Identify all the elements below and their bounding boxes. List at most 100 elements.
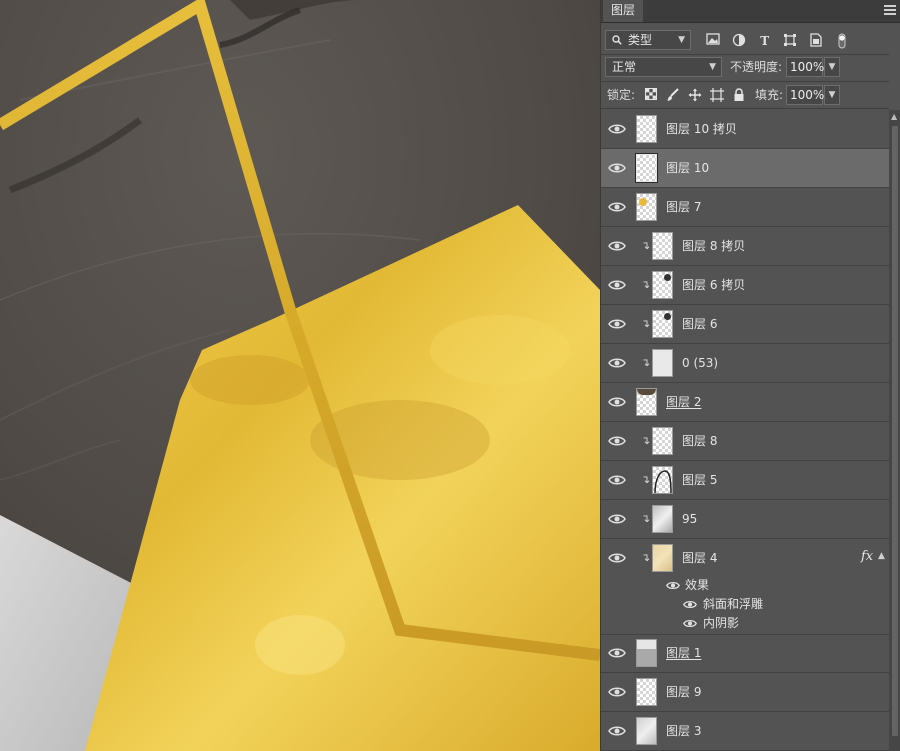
effect-row-inner-shadow[interactable]: 内阴影 [601,614,889,635]
layer-thumbnail [636,717,657,745]
layer-name: 图层 8 拷贝 [682,239,746,253]
layer-name: 图层 10 拷贝 [666,122,737,136]
lock-pixels-icon[interactable] [665,88,681,104]
eye-icon[interactable] [608,239,626,253]
eye-icon[interactable] [608,551,626,565]
layer-row[interactable]: 图层 10 [601,149,889,188]
search-icon [612,35,622,45]
effects-header-row[interactable]: 效果 [601,576,889,595]
layer-name: 图层 8 [682,434,718,448]
layer-thumbnail [636,115,657,143]
lock-artboard-icon[interactable] [709,88,725,104]
eye-icon[interactable] [608,685,626,699]
effect-label: 斜面和浮雕 [703,597,764,611]
opacity-input[interactable]: 100% [786,57,824,77]
layer-name: 图层 10 [666,161,710,175]
eye-icon[interactable] [608,646,626,660]
eye-icon[interactable] [608,724,626,738]
adjustment-filter-icon[interactable] [731,33,747,49]
layer-row[interactable]: ↴ 图层 6 拷贝 [601,266,889,305]
lock-position-icon[interactable] [687,88,703,104]
eye-icon[interactable] [683,618,697,629]
document-canvas[interactable] [0,0,600,751]
layer-name: 图层 9 [666,685,702,699]
shape-filter-icon[interactable] [782,33,798,49]
opacity-label: 不透明度: [730,60,783,74]
eye-icon[interactable] [608,278,626,292]
layer-row[interactable]: 图层 7 [601,188,889,227]
eye-icon[interactable] [608,434,626,448]
scrollbar-thumb[interactable] [892,126,898,736]
chevron-down-icon: ▼ [709,62,716,72]
eye-icon[interactable] [608,122,626,136]
effects-header-label: 效果 [685,578,710,592]
layer-row[interactable]: 图层 3 [601,712,889,751]
eye-icon[interactable] [608,356,626,370]
blend-row: 正常 ▼ 不透明度: 100% ▼ [601,57,900,79]
eye-icon[interactable] [608,512,626,526]
scroll-up-icon[interactable]: ▲ [891,112,897,121]
layer-row[interactable]: 图层 10 拷贝 [601,110,889,149]
clipping-mask-icon: ↴ [641,551,651,564]
layer-name: 图层 6 [682,317,718,331]
layer-row[interactable]: ↴ 0 (53) [601,344,889,383]
layer-row[interactable]: 图层 9 [601,673,889,712]
opacity-slider-toggle-icon[interactable]: ▼ [824,57,840,77]
eye-icon[interactable] [608,395,626,409]
layer-thumbnail [652,466,673,494]
lock-label: 锁定: [607,88,636,102]
layer-row[interactable]: ↴ 图层 6 [601,305,889,344]
type-filter-icon[interactable]: T [757,33,773,49]
panel-tab-strip: 图层 [601,0,900,23]
layer-thumbnail [652,505,673,533]
layer-name: 图层 6 拷贝 [682,278,746,292]
eye-icon[interactable] [608,473,626,487]
fill-input[interactable]: 100% [786,85,824,105]
clipping-mask-icon: ↴ [641,356,651,369]
layer-row[interactable]: ↴ 图层 8 [601,422,889,461]
layers-panel: 图层 类型 ▼ T 正常 ▼ 不透明度: 100% ▼ 锁定: 填充: 100%… [600,0,900,751]
filter-toggle-icon[interactable] [834,33,850,49]
fill-slider-toggle-icon[interactable]: ▼ [824,85,840,105]
clipping-mask-icon: ↴ [641,239,651,252]
eye-icon[interactable] [608,161,626,175]
layer-thumbnail [652,349,673,377]
layer-thumbnail [652,544,673,572]
eye-icon[interactable] [666,580,680,591]
tab-layers[interactable]: 图层 [603,0,644,22]
layer-thumbnail [652,271,673,299]
eye-icon[interactable] [608,200,626,214]
layer-thumbnail [652,310,673,338]
blend-mode-dropdown[interactable]: 正常 ▼ [605,57,722,77]
layer-row[interactable]: ↴ 图层 5 [601,461,889,500]
layer-row[interactable]: 图层 1 [601,634,889,673]
chevron-down-icon: ▼ [678,35,685,45]
lock-transparent-icon[interactable] [643,88,659,104]
layer-row[interactable]: 图层 2 [601,383,889,422]
smart-object-filter-icon[interactable] [808,33,824,49]
eye-icon[interactable] [683,599,697,610]
filter-kind-dropdown[interactable]: 类型 ▼ [605,30,691,50]
layer-name: 图层 3 [666,724,702,738]
clipping-mask-icon: ↴ [641,512,651,525]
panel-menu-icon[interactable] [884,5,896,15]
clipping-mask-icon: ↴ [641,278,651,291]
collapse-effects-chevron-icon[interactable]: ▲ [878,551,885,561]
layer-name: 0 (53) [682,356,719,370]
effect-row-bevel-emboss[interactable]: 斜面和浮雕 [601,595,889,614]
fill-label: 填充: [755,88,784,102]
layer-row[interactable]: ↴ 95 [601,500,889,539]
filter-row: 类型 ▼ T [601,30,900,52]
eye-icon[interactable] [608,317,626,331]
layer-row[interactable]: ↴ 图层 8 拷贝 [601,227,889,266]
layer-thumbnail [636,388,657,416]
layers-scrollbar[interactable]: ▲ [889,110,900,751]
image-filter-icon[interactable] [705,33,721,49]
clipping-mask-icon: ↴ [641,473,651,486]
layer-name: 图层 1 [666,646,702,660]
layer-effects-fx-icon[interactable]: fx [861,549,873,564]
layer-row[interactable]: ↴ 图层 4 fx ▲ [601,539,889,578]
lock-all-icon[interactable] [731,88,747,104]
layer-thumbnail [635,153,658,183]
effect-label: 内阴影 [703,616,740,630]
